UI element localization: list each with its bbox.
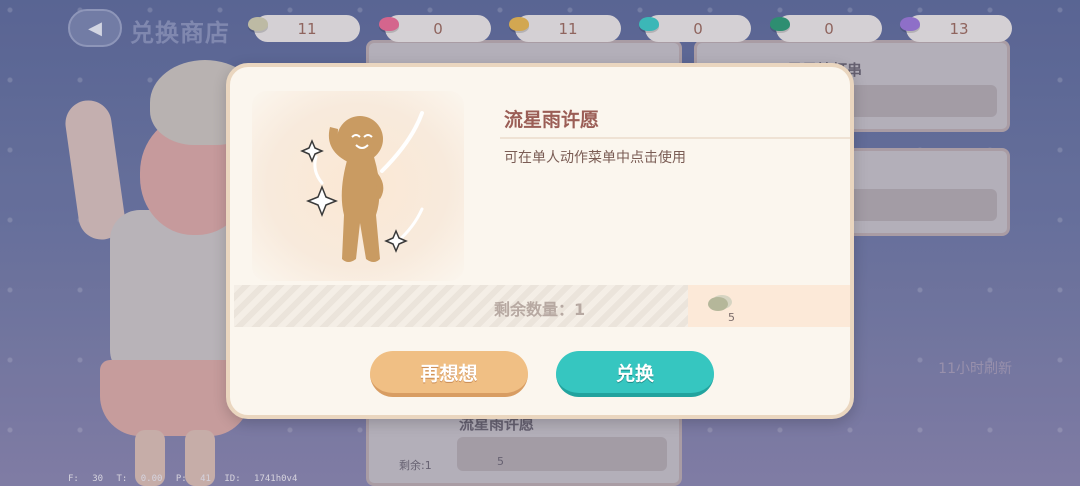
- price-value: 5: [728, 311, 735, 324]
- cancel-button-label: 再想想: [420, 362, 478, 385]
- beige-gem-icon: [708, 297, 728, 311]
- remaining-quantity: 剩余数量：1: [494, 300, 586, 319]
- item-name: 流星雨许愿: [504, 109, 600, 131]
- quantity-strip: [234, 285, 692, 327]
- cancel-button[interactable]: 再想想: [370, 351, 528, 397]
- dancing-figure-icon: [300, 111, 424, 262]
- item-description: 可在单人动作菜单中点击使用: [504, 150, 686, 166]
- divider: [500, 137, 850, 139]
- exchange-dialog: 流星雨许愿 可在单人动作菜单中点击使用 剩余数量：1 5 再想想 兑换: [226, 63, 854, 419]
- exchange-button[interactable]: 兑换: [556, 351, 714, 397]
- exchange-button-label: 兑换: [615, 362, 654, 385]
- item-preview: [252, 91, 464, 281]
